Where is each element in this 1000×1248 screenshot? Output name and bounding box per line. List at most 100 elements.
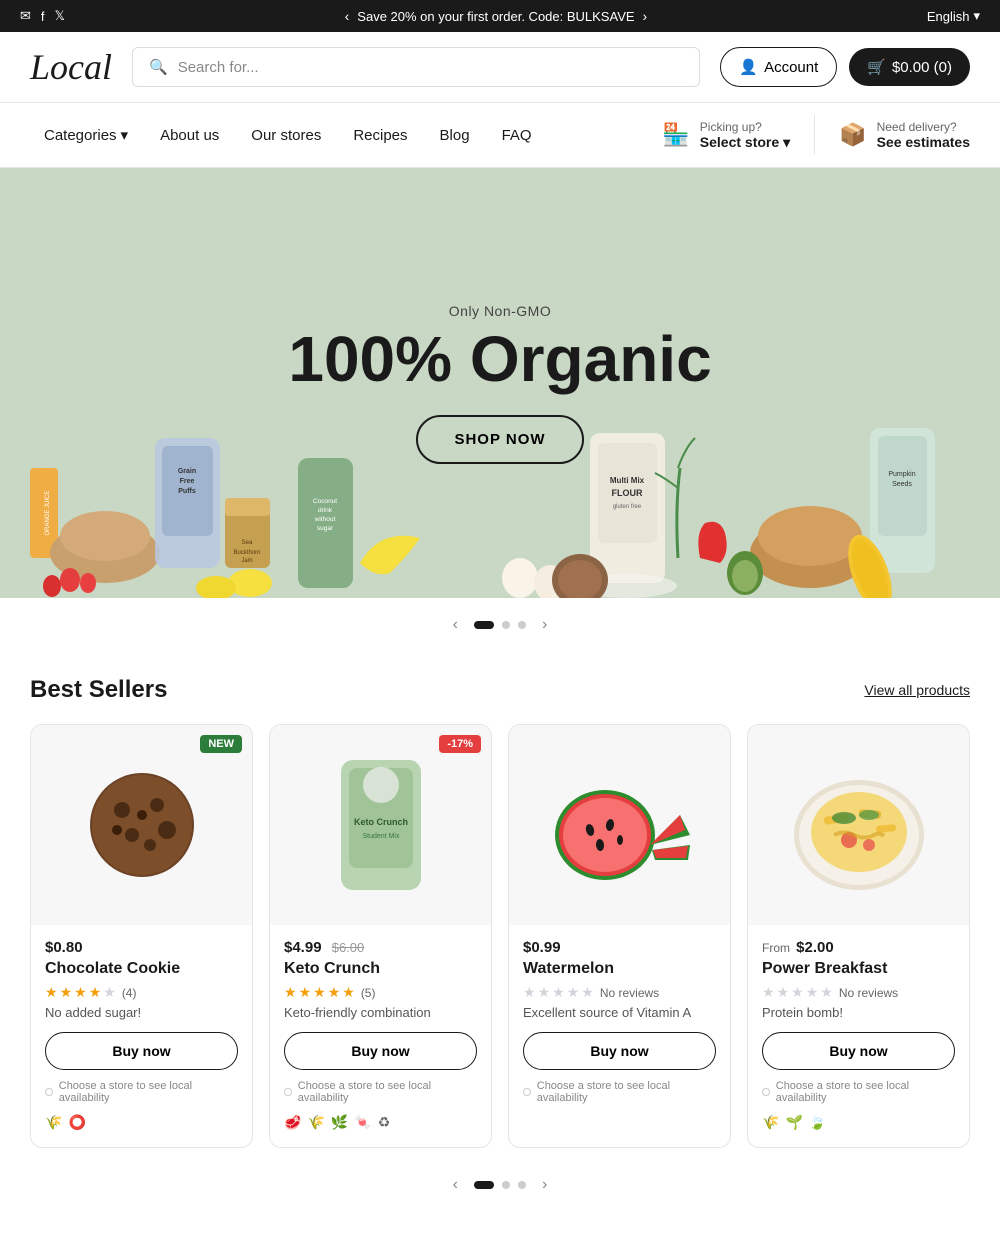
delivery-estimate-link[interactable]: See estimates: [877, 134, 970, 150]
svg-text:Grain: Grain: [178, 468, 196, 475]
star-2: ★: [60, 984, 73, 1001]
vegan-icon: ⭕: [68, 1114, 85, 1131]
svg-text:Pumpkin: Pumpkin: [888, 471, 915, 478]
search-placeholder: Search for...: [178, 59, 259, 76]
svg-text:Student Mix: Student Mix: [362, 833, 399, 840]
promo-text: Save 20% on your first order. Code: BULK…: [357, 9, 634, 24]
promo-prev-button[interactable]: ‹: [345, 8, 350, 24]
product-body-1: $0.80 Chocolate Cookie ★ ★ ★ ★ ★ (4) No …: [31, 939, 252, 1131]
best-sellers-section: Best Sellers View all products NEW: [0, 652, 1000, 1148]
product-name-1: Chocolate Cookie: [45, 960, 238, 978]
product-card-4: From $2.00 Power Breakfast ★ ★ ★ ★ ★ No …: [747, 724, 970, 1148]
person-icon: 👤: [739, 58, 758, 76]
product-price-4: From $2.00: [762, 939, 955, 956]
cart-button[interactable]: 🛒 $0.00 (0): [849, 48, 970, 86]
carousel-dot-3[interactable]: [518, 621, 526, 629]
vegan-icon: 🌱: [785, 1114, 802, 1131]
pickup-info: Picking up? Select store ▾: [700, 120, 790, 151]
nav-item-faq[interactable]: FAQ: [488, 119, 546, 152]
product-stars-4: ★ ★ ★ ★ ★ No reviews: [762, 984, 955, 1001]
no-sugar-icon: 🍬: [354, 1114, 371, 1131]
buy-button-3[interactable]: Buy now: [523, 1032, 716, 1070]
carousel-dot-active[interactable]: [474, 621, 494, 629]
nav-right: 🏪 Picking up? Select store ▾ 📦 Need deli…: [662, 115, 970, 155]
search-bar[interactable]: 🔍 Search for...: [132, 47, 700, 87]
delivery-label: Need delivery?: [877, 120, 970, 134]
buy-button-2[interactable]: Buy now: [284, 1032, 477, 1070]
hero-cta-button[interactable]: SHOP NOW: [416, 415, 583, 464]
products-dot-3[interactable]: [518, 1181, 526, 1189]
product-tags-2: 🥩 🌾 🌿 🍬 ♻: [284, 1114, 477, 1131]
product-name-3: Watermelon: [523, 960, 716, 978]
store-icon: 🏪: [662, 122, 689, 148]
organic-icon: ♻: [378, 1114, 391, 1131]
nav-label-categories: Categories: [44, 127, 117, 144]
carousel-next-button[interactable]: ›: [534, 612, 555, 638]
keto-icon: 🥩: [284, 1114, 301, 1131]
nav-item-about[interactable]: About us: [146, 119, 233, 152]
svg-text:Keto Crunch: Keto Crunch: [354, 817, 408, 827]
svg-text:Coconut: Coconut: [313, 498, 337, 505]
svg-text:Seeds: Seeds: [892, 481, 912, 488]
nav-item-recipes[interactable]: Recipes: [339, 119, 421, 152]
chevron-down-icon: ▾: [973, 8, 980, 24]
buy-button-4[interactable]: Buy now: [762, 1032, 955, 1070]
product-image-3: [509, 725, 730, 925]
products-carousel-next-button[interactable]: ›: [534, 1172, 555, 1198]
view-all-link[interactable]: View all products: [864, 682, 970, 698]
products-carousel-prev-button[interactable]: ‹: [445, 1172, 466, 1198]
from-label-4: From: [762, 941, 790, 955]
account-button[interactable]: 👤 Account: [720, 47, 837, 87]
product-image-2: -17% Keto Crunch Student Mix: [270, 725, 491, 925]
account-label: Account: [764, 59, 818, 76]
buy-button-1[interactable]: Buy now: [45, 1032, 238, 1070]
products-dot-2[interactable]: [502, 1181, 510, 1189]
language-label: English: [927, 9, 970, 24]
review-count-4: No reviews: [839, 986, 898, 1000]
availability-text-4: Choose a store to see local availability: [776, 1080, 955, 1104]
product-card-2: -17% Keto Crunch Student Mix $4.99 $6.00…: [269, 724, 492, 1148]
nav-item-blog[interactable]: Blog: [426, 119, 484, 152]
products-dot-active[interactable]: [474, 1181, 494, 1189]
cart-label: $0.00 (0): [892, 59, 952, 76]
facebook-icon: f: [41, 9, 45, 24]
store-availability-3: Choose a store to see local availability: [523, 1080, 716, 1104]
product-name-4: Power Breakfast: [762, 960, 955, 978]
star-1: ★: [45, 984, 58, 1001]
original-price-2: $6.00: [332, 940, 365, 955]
pickup-block: 🏪 Picking up? Select store ▾: [662, 120, 790, 151]
carousel-dot-2[interactable]: [502, 621, 510, 629]
section-header: Best Sellers View all products: [30, 676, 970, 704]
review-count-3: No reviews: [600, 986, 659, 1000]
product-tags-1: 🌾 ⭕: [45, 1114, 238, 1131]
promo-next-button[interactable]: ›: [643, 8, 648, 24]
svg-text:without: without: [314, 516, 336, 523]
site-header: Local 🔍 Search for... 👤 Account 🛒 $0.00 …: [0, 32, 1000, 103]
social-icons: ✉ f 𝕏: [20, 8, 65, 24]
nav-label-recipes: Recipes: [353, 127, 407, 144]
svg-text:FLOUR: FLOUR: [612, 488, 643, 498]
availability-dot: [284, 1088, 292, 1096]
badge-new: NEW: [200, 735, 242, 753]
product-price-1: $0.80: [45, 939, 238, 956]
delivery-icon: 📦: [839, 122, 866, 148]
select-store-label: Select store: [700, 134, 779, 150]
hero-title: 100% Organic: [288, 327, 711, 391]
product-body-3: $0.99 Watermelon ★ ★ ★ ★ ★ No reviews Ex…: [509, 939, 730, 1114]
svg-text:gluten free: gluten free: [613, 504, 642, 510]
cart-icon: 🛒: [867, 58, 886, 76]
star-4: ★: [806, 984, 819, 1001]
availability-dot: [45, 1088, 53, 1096]
hero-banner: ORANGE JUICE Grain Free Puffs Sea Buckth…: [0, 168, 1000, 598]
store-selector[interactable]: Select store ▾: [700, 134, 790, 151]
nav-item-categories[interactable]: Categories ▾: [30, 118, 142, 152]
products-carousel-dots: ‹ ›: [0, 1148, 1000, 1228]
logo[interactable]: Local: [30, 46, 112, 88]
nav-item-stores[interactable]: Our stores: [237, 119, 335, 152]
product-stars-3: ★ ★ ★ ★ ★ No reviews: [523, 984, 716, 1001]
carousel-prev-button[interactable]: ‹: [445, 612, 466, 638]
language-selector[interactable]: English ▾: [927, 8, 980, 24]
navigation-bar: Categories ▾ About us Our stores Recipes…: [0, 103, 1000, 168]
svg-text:Free: Free: [180, 478, 195, 485]
star-5: ★: [820, 984, 833, 1001]
